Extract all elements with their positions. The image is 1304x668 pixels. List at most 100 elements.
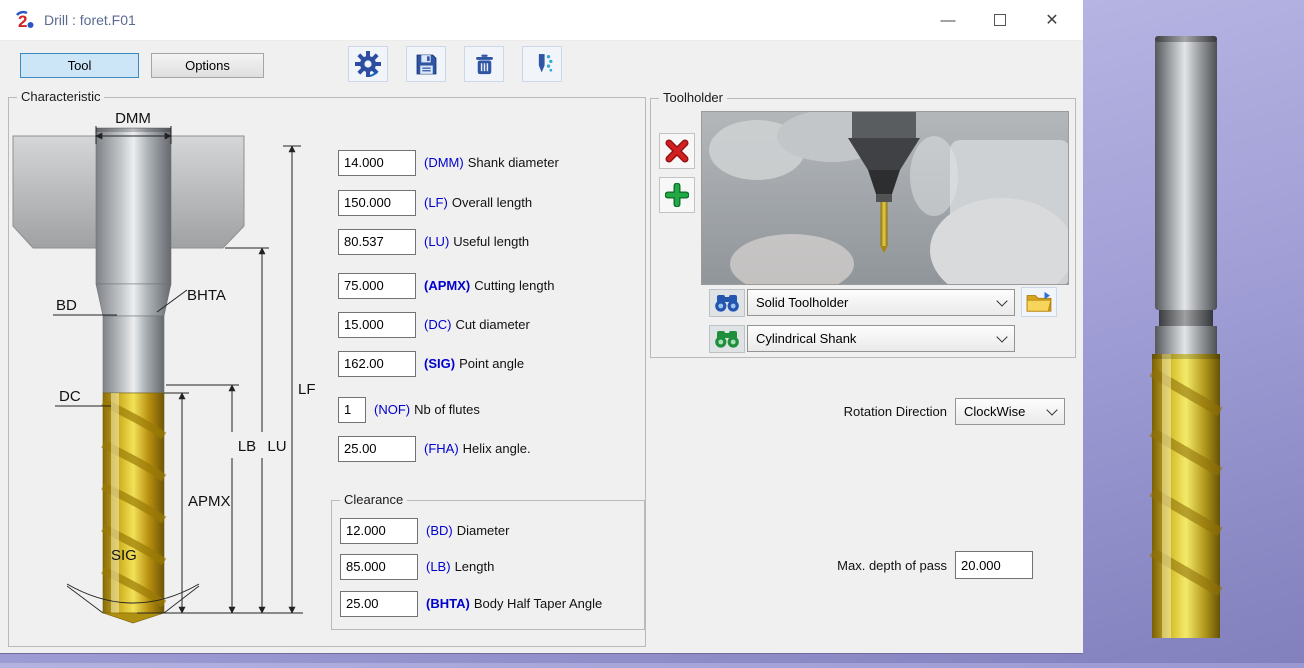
3d-viewport[interactable] bbox=[1083, 0, 1304, 663]
lb-input[interactable] bbox=[340, 554, 418, 580]
dmm-label: Shank diameter bbox=[468, 155, 559, 170]
fha-input[interactable] bbox=[338, 436, 416, 462]
dc-label: Cut diameter bbox=[455, 317, 529, 332]
lf-label: Overall length bbox=[452, 195, 532, 210]
field-row-lu: (LU) Useful length bbox=[338, 228, 529, 255]
folder-icon bbox=[1026, 291, 1052, 313]
nof-code: (NOF) bbox=[374, 402, 410, 417]
dmm-input[interactable] bbox=[338, 150, 416, 176]
dc-code: (DC) bbox=[424, 317, 451, 332]
delete-icon bbox=[472, 52, 497, 77]
tool-check-icon bbox=[530, 52, 555, 77]
field-row-lb: (LB) Length bbox=[340, 553, 494, 580]
drill-diagram: DMM BD BHTA DC APMX bbox=[11, 110, 335, 638]
maximize-icon bbox=[994, 14, 1006, 26]
delete-button[interactable] bbox=[464, 46, 504, 82]
search-toolholder-button[interactable] bbox=[709, 289, 745, 317]
maximize-button[interactable] bbox=[977, 0, 1023, 40]
diagram-label-dmm: DMM bbox=[115, 110, 151, 127]
machining-settings-icon bbox=[355, 51, 381, 77]
shank-type-dropdown[interactable]: Cylindrical Shank bbox=[747, 325, 1015, 352]
close-button[interactable]: ✕ bbox=[1029, 0, 1075, 40]
field-row-bhta: (BHTA) Body Half Taper Angle bbox=[340, 590, 602, 617]
apmx-input[interactable] bbox=[338, 273, 416, 299]
sig-input[interactable] bbox=[338, 351, 416, 377]
lf-input[interactable] bbox=[338, 190, 416, 216]
remove-toolholder-button[interactable] bbox=[659, 133, 695, 169]
open-toolholder-file-button[interactable] bbox=[1021, 287, 1057, 317]
diagram-label-lu: LU bbox=[267, 438, 286, 455]
diagram-label-sig: SIG bbox=[111, 547, 137, 564]
sig-code: (SIG) bbox=[424, 356, 455, 371]
search-shank-button[interactable] bbox=[709, 325, 745, 353]
bhta-code: (BHTA) bbox=[426, 596, 470, 611]
field-row-bd: (BD) Diameter bbox=[340, 517, 509, 544]
nof-input[interactable] bbox=[338, 397, 366, 423]
chevron-down-icon bbox=[996, 331, 1007, 342]
bd-label: Diameter bbox=[457, 523, 510, 538]
remove-icon bbox=[665, 139, 689, 163]
dmm-code: (DMM) bbox=[424, 155, 464, 170]
tool-check-button[interactable] bbox=[522, 46, 562, 82]
lu-input[interactable] bbox=[338, 229, 416, 255]
bhta-label: Body Half Taper Angle bbox=[474, 596, 602, 611]
lb-code: (LB) bbox=[426, 559, 451, 574]
diagram-label-dc: DC bbox=[59, 388, 81, 405]
drill-dialog: 2 Drill : foret.F01 — ✕ Tool Options bbox=[0, 0, 1083, 653]
max-depth-input[interactable] bbox=[955, 551, 1033, 579]
drill-3d-render bbox=[1083, 0, 1304, 663]
lu-code: (LU) bbox=[424, 234, 449, 249]
fha-code: (FHA) bbox=[424, 441, 459, 456]
field-row-dc: (DC) Cut diameter bbox=[338, 311, 530, 338]
lu-label: Useful length bbox=[453, 234, 529, 249]
binoculars-green-icon bbox=[714, 329, 740, 349]
fha-label: Helix angle. bbox=[463, 441, 531, 456]
max-depth-label: Max. depth of pass bbox=[795, 558, 947, 573]
toolholder-photo bbox=[701, 111, 1069, 285]
apmx-code: (APMX) bbox=[424, 278, 470, 293]
machining-settings-button[interactable] bbox=[348, 46, 388, 82]
titlebar: 2 Drill : foret.F01 — ✕ bbox=[0, 0, 1083, 41]
field-row-nof: (NOF) Nb of flutes bbox=[338, 396, 480, 423]
minimize-button[interactable]: — bbox=[925, 0, 971, 40]
characteristic-group: Characteristic bbox=[8, 97, 646, 647]
lb-label: Length bbox=[455, 559, 495, 574]
bhta-input[interactable] bbox=[340, 591, 418, 617]
diagram-label-bhta: BHTA bbox=[187, 287, 226, 304]
field-row-lf: (LF) Overall length bbox=[338, 189, 532, 216]
screen: 2 Drill : foret.F01 — ✕ Tool Options bbox=[0, 0, 1304, 663]
field-row-fha: (FHA) Helix angle. bbox=[338, 435, 531, 462]
rotation-direction-label: Rotation Direction bbox=[795, 404, 947, 419]
field-row-dmm: (DMM) Shank diameter bbox=[338, 149, 559, 176]
clearance-group-title: Clearance bbox=[340, 492, 407, 507]
lf-code: (LF) bbox=[424, 195, 448, 210]
bd-input[interactable] bbox=[340, 518, 418, 544]
toolholder-group-title: Toolholder bbox=[659, 90, 727, 105]
diagram-label-lf: LF bbox=[298, 381, 316, 398]
chevron-down-icon bbox=[996, 295, 1007, 306]
toolholder-type-value: Solid Toolholder bbox=[756, 295, 848, 310]
toolholder-type-dropdown[interactable]: Solid Toolholder bbox=[747, 289, 1015, 316]
add-icon bbox=[665, 183, 689, 207]
clearance-group: Clearance (BD) Diameter (LB) Length (BHT… bbox=[331, 500, 645, 630]
diagram-label-bd: BD bbox=[56, 297, 77, 314]
tab-options[interactable]: Options bbox=[151, 53, 264, 78]
add-toolholder-button[interactable] bbox=[659, 177, 695, 213]
shank-type-value: Cylindrical Shank bbox=[756, 331, 856, 346]
nof-label: Nb of flutes bbox=[414, 402, 480, 417]
sig-label: Point angle bbox=[459, 356, 524, 371]
window-title: Drill : foret.F01 bbox=[44, 12, 136, 28]
save-button[interactable] bbox=[406, 46, 446, 82]
svg-text:2: 2 bbox=[18, 12, 27, 31]
field-row-apmx: (APMX) Cutting length bbox=[338, 272, 554, 299]
tab-tool[interactable]: Tool bbox=[20, 53, 139, 78]
diagram-label-lb: LB bbox=[238, 438, 256, 455]
dc-input[interactable] bbox=[338, 312, 416, 338]
save-icon bbox=[414, 52, 439, 77]
toolholder-group: Toolholder bbox=[650, 98, 1076, 358]
apmx-label: Cutting length bbox=[474, 278, 554, 293]
app-logo-icon: 2 bbox=[13, 9, 35, 31]
rotation-direction-dropdown[interactable]: ClockWise bbox=[955, 398, 1065, 425]
binoculars-blue-icon bbox=[714, 293, 740, 313]
field-row-sig: (SIG) Point angle bbox=[338, 350, 524, 377]
